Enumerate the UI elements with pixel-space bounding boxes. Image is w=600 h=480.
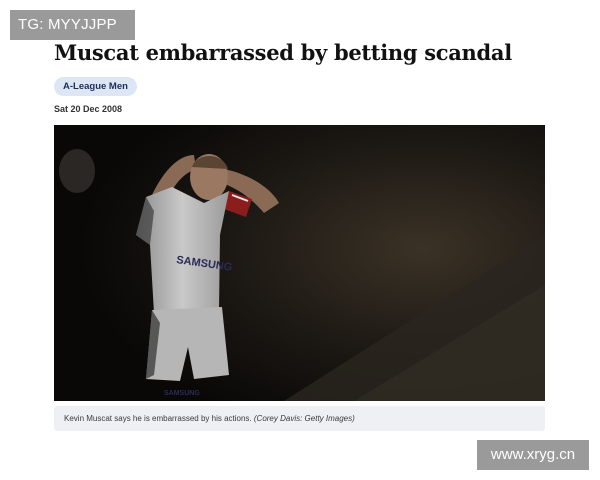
article-headline: Muscat embarrassed by betting scandal <box>54 40 512 65</box>
watermark-top: TG: MYYJJPP <box>10 10 135 40</box>
photo-caption: Kevin Muscat says he is embarrassed by h… <box>54 406 545 431</box>
article-page: TG: MYYJJPP Muscat embarrassed by bettin… <box>0 0 600 480</box>
caption-text: Kevin Muscat says he is embarrassed by h… <box>64 414 252 423</box>
shorts-sponsor-text: SAMSUNG <box>164 390 200 397</box>
watermark-bottom: www.xryg.cn <box>477 440 589 470</box>
publish-date: Sat 20 Dec 2008 <box>54 104 123 114</box>
article-photo: SAMSUNG SAMSUNG <box>54 125 545 401</box>
player-photo-illustration: SAMSUNG SAMSUNG <box>54 125 545 401</box>
category-tag[interactable]: A-League Men <box>54 77 137 96</box>
caption-credit: (Corey Davis: Getty Images) <box>253 414 355 423</box>
